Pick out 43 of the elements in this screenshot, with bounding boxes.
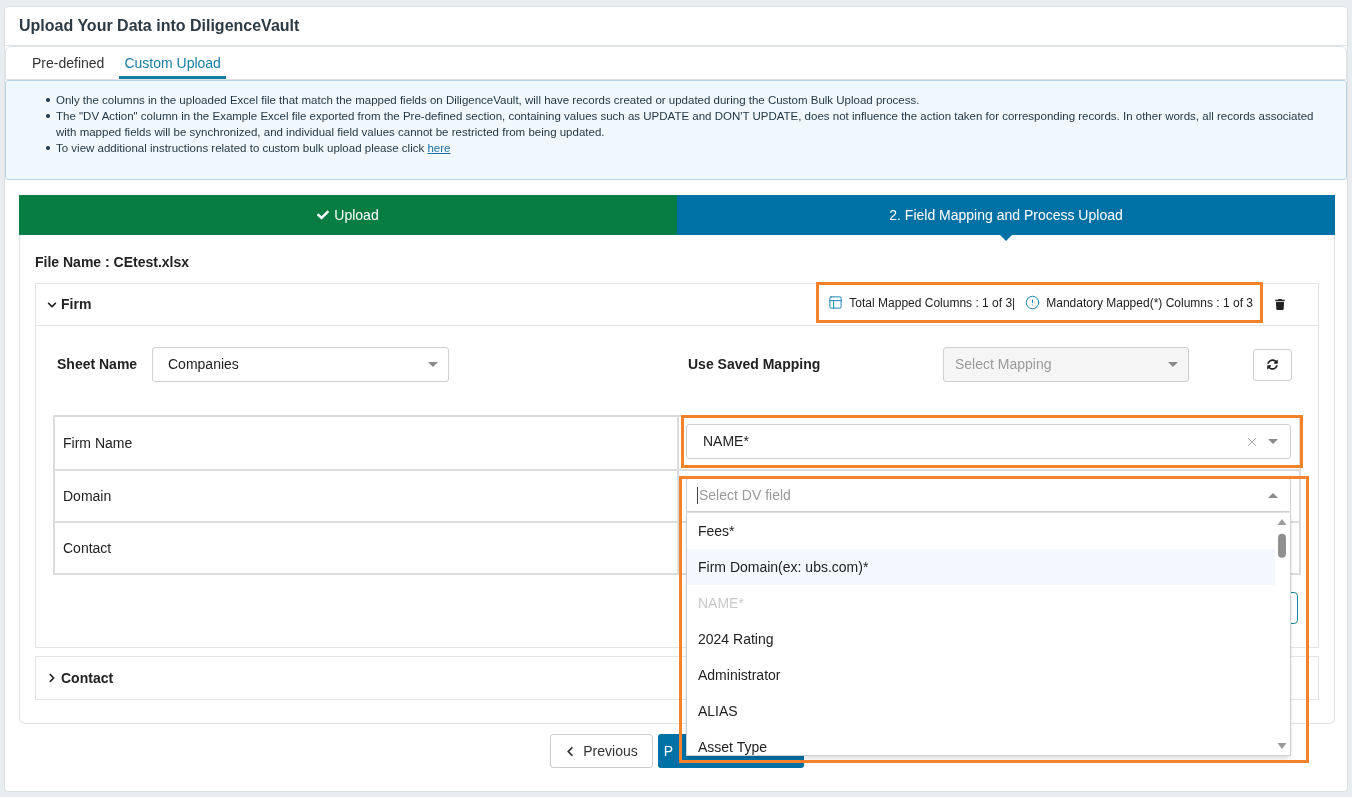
select-placeholder: Select Mapping [955,355,1053,374]
step-label: Upload [334,205,379,225]
check-icon [317,209,330,221]
select-field[interactable]: NAME* [686,424,1291,459]
dropdown-option[interactable]: Asset Type [687,729,1275,755]
trash-icon[interactable] [1275,299,1285,310]
page-title: Upload Your Data into DiligenceVault [19,16,300,36]
table-cell-text: Contact [62,538,113,558]
step-label: 2. Field Mapping and Process Upload [889,205,1123,225]
select-placeholder: Select DV field [699,485,792,505]
instruction-text: The "DV Action" column in the Example Excel file exported from the Pre-defined section, containing values such as UPDATE and DON'T UPDATE, does not influence the action taken for corresponding records. In other words, all records associated with mapped fields will be synchronized, and individual field values cannot be restricted from being updated. [56,109,1315,140]
refresh-icon [1267,359,1278,370]
previous-button[interactable]: Previous [550,734,653,768]
field-label: Sheet Name [57,355,139,374]
text-cursor [697,486,698,504]
table-cell-text: Firm Name [62,433,134,453]
select-value: Companies [168,355,240,374]
chevron-left-icon [565,745,576,757]
caret-down-icon [428,362,438,367]
select-value: NAME* [703,432,750,451]
bullet-icon [46,146,50,150]
dropdown-option[interactable]: Fees* [687,513,1275,549]
caret-down-icon [1168,362,1178,367]
mandatory-mapped-count: Mandatory Mapped(*) Columns : 1 of 3 [1046,294,1253,312]
section-title[interactable]: Firm [61,294,92,315]
select-field[interactable]: Companies [152,347,449,382]
chevron-right-icon[interactable] [47,673,57,683]
table-cell-text: Domain [62,486,113,506]
tab[interactable]: Pre-defined [27,47,110,79]
bullet-icon [46,98,50,102]
table-layout-icon [828,295,844,310]
alert-circle-icon [1025,295,1041,310]
bullet-icon [46,114,50,118]
file-name: File Name : CEtest.xlsx [35,253,191,272]
section-title[interactable]: Contact [61,667,114,689]
refresh-button[interactable] [1253,348,1292,381]
total-mapped-count: Total Mapped Columns : 1 of 3| [849,294,1016,312]
field-label: Use Saved Mapping [688,355,822,374]
dropdown-option[interactable]: Firm Domain(ex: ubs.com)* [687,549,1275,585]
instruction-text: To view additional instructions related to custom bulk upload please click here [56,141,451,156]
here-link[interactable]: here [427,142,451,154]
chevron-down-icon[interactable] [47,299,57,310]
instruction-text: Only the columns in the uploaded Excel file that match the mapped fields on DiligenceVault, will have records created or updated during the Custom Bulk Upload process. [56,93,920,108]
